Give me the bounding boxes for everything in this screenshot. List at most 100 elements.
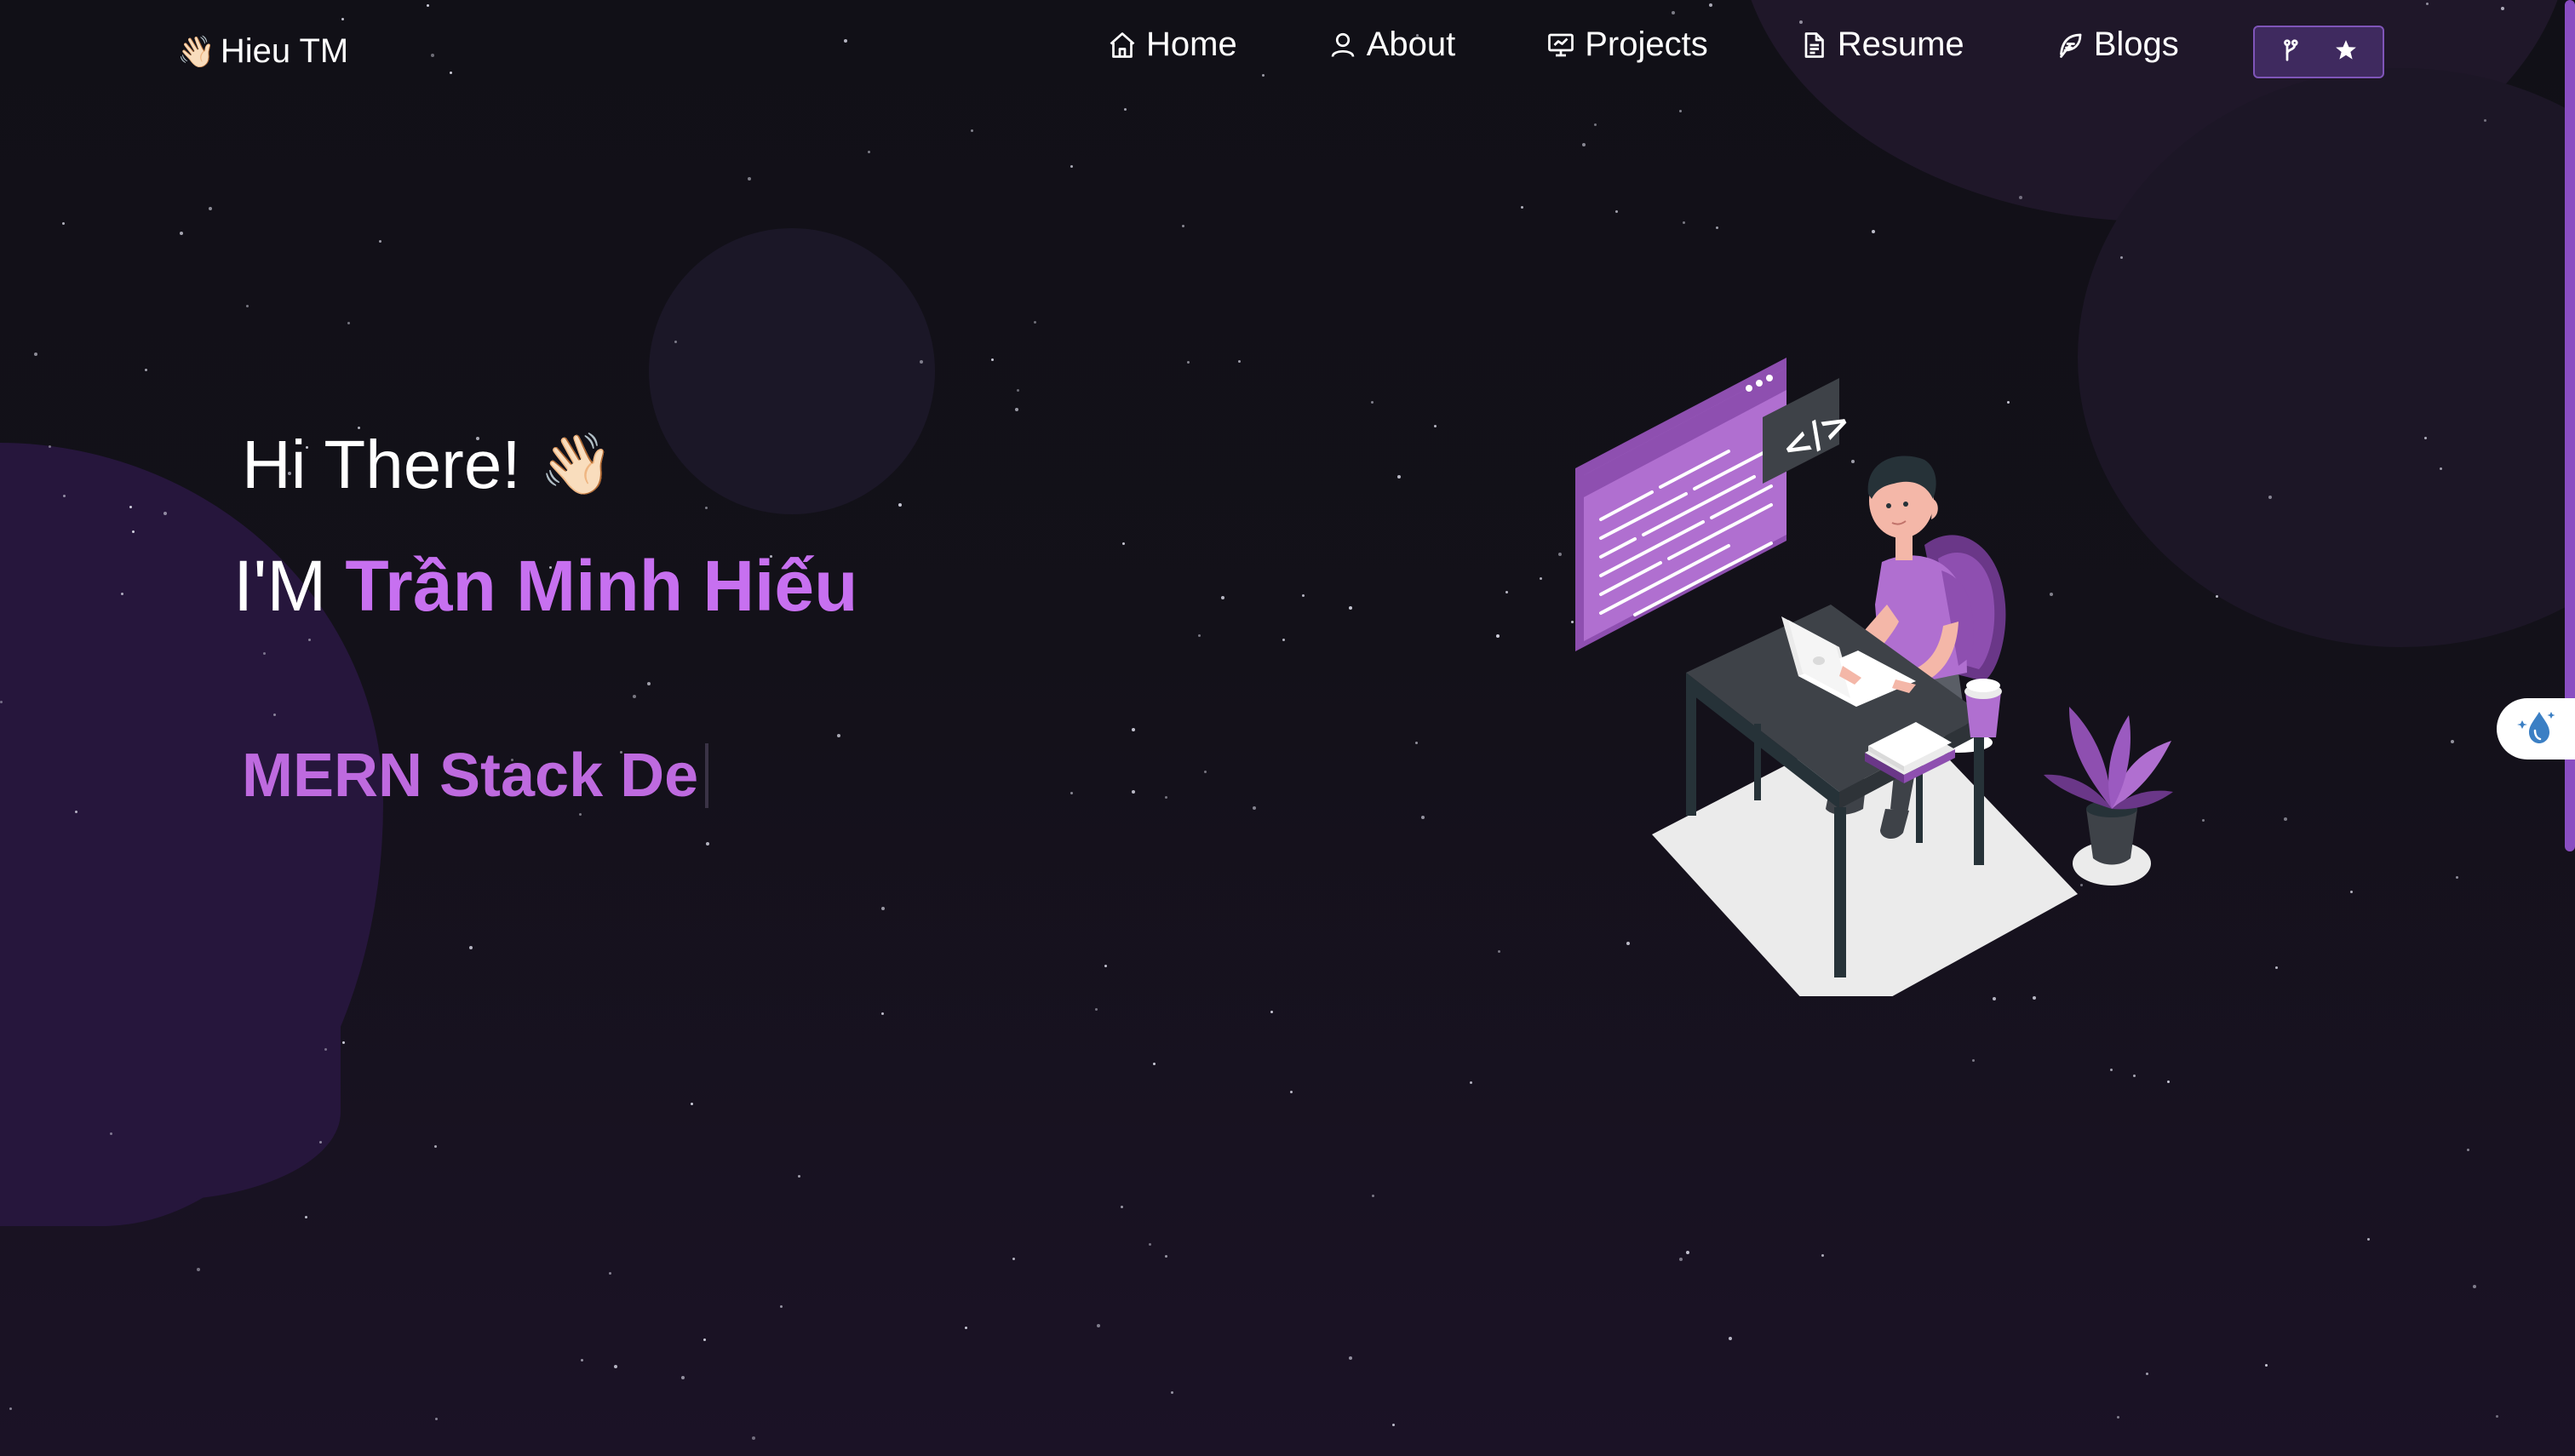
star-dot (132, 530, 135, 533)
star-dot (1095, 1008, 1098, 1011)
brand-logo[interactable]: 👋🏻 Hieu TM (177, 32, 348, 71)
star-dot (273, 714, 276, 716)
star-dot (2496, 1415, 2498, 1418)
typewriter-cursor (705, 743, 709, 808)
star-dot (681, 1376, 685, 1379)
star-dot (837, 734, 840, 737)
star-dot (2456, 876, 2458, 879)
star-dot (319, 1141, 322, 1144)
star-dot (1171, 1391, 1173, 1394)
star-icon (2333, 37, 2359, 67)
star-dot (129, 506, 132, 508)
nav-item-about[interactable]: About (1328, 26, 1455, 64)
navbar: 👋🏻 Hieu TM Home About Projects Resume Bl… (0, 0, 2575, 109)
star-dot (1498, 950, 1500, 953)
star-dot (1371, 401, 1374, 404)
star-dot (1034, 321, 1036, 324)
star-dot (1238, 360, 1241, 363)
water-drop-icon (2514, 707, 2558, 752)
code-window-graphic (1575, 358, 1786, 651)
star-dot (581, 1359, 583, 1361)
star-dot (209, 207, 212, 210)
starfield (0, 0, 2575, 1456)
hero-greeting: Hi There! 👋🏻 (242, 426, 614, 504)
star-dot (1290, 1091, 1293, 1093)
nav-label: Home (1146, 26, 1237, 63)
github-fork-star-button[interactable] (2253, 26, 2384, 78)
star-dot (1397, 475, 1401, 479)
greeting-text: Hi There! (242, 427, 521, 502)
star-dot (898, 503, 902, 507)
star-dot (305, 1216, 307, 1218)
star-dot (1221, 596, 1224, 599)
developer-illustration: </> (1558, 349, 2188, 1030)
document-icon (1798, 30, 1829, 60)
nav-links: Home About Projects Resume Blogs (1107, 26, 2179, 64)
star-dot (647, 682, 651, 685)
star-dot (1729, 1337, 1732, 1340)
git-fork-icon (2279, 37, 2304, 67)
star-dot (49, 445, 51, 448)
nav-label: Blogs (2093, 26, 2179, 63)
star-dot (110, 1132, 112, 1135)
star-dot (1872, 230, 1875, 233)
nav-item-home[interactable]: Home (1107, 26, 1237, 64)
star-dot (609, 1272, 611, 1275)
star-dot (1349, 1356, 1352, 1360)
star-dot (1187, 361, 1190, 364)
star-dot (1505, 591, 1508, 593)
star-dot (1104, 965, 1107, 967)
star-dot (1683, 221, 1685, 224)
star-dot (1421, 816, 1425, 819)
star-dot (1434, 425, 1437, 427)
star-dot (1070, 792, 1073, 794)
star-dot (1349, 606, 1352, 610)
star-dot (2117, 1416, 2119, 1419)
star-dot (2268, 496, 2272, 499)
star-dot (2451, 740, 2454, 743)
star-dot (1270, 1011, 1273, 1013)
star-dot (1972, 1059, 1975, 1062)
star-dot (1121, 1206, 1123, 1208)
star-dot (1302, 594, 1305, 597)
star-dot (1165, 796, 1167, 799)
star-dot (347, 322, 350, 324)
star-dot (691, 1103, 693, 1105)
star-dot (2440, 467, 2442, 470)
waving-hand-icon: 👋🏻 (177, 33, 215, 69)
star-dot (1716, 226, 1718, 229)
star-dot (1198, 634, 1201, 637)
star-dot (1594, 123, 1597, 126)
star-dot (469, 946, 473, 949)
star-dot (2367, 1238, 2370, 1241)
star-dot (2146, 1373, 2148, 1375)
star-dot (868, 151, 870, 153)
star-dot (1496, 634, 1500, 638)
theme-toggle-button[interactable] (2497, 698, 2575, 760)
star-dot (263, 652, 266, 655)
star-dot (1615, 210, 1618, 213)
star-dot (2167, 1081, 2170, 1083)
star-dot (9, 1407, 12, 1410)
star-dot (1679, 1258, 1683, 1261)
nav-item-blogs[interactable]: Blogs (2055, 26, 2179, 64)
star-dot (1679, 110, 1682, 112)
star-dot (75, 811, 77, 813)
star-dot (435, 1418, 438, 1420)
star-dot (1253, 806, 1256, 810)
star-dot (2110, 1069, 2113, 1071)
star-dot (197, 1268, 200, 1271)
star-dot (614, 1365, 617, 1368)
star-dot (62, 222, 65, 225)
star-dot (1132, 790, 1135, 794)
star-dot (2275, 966, 2278, 969)
star-dot (1204, 771, 1207, 773)
star-dot (1153, 1063, 1156, 1065)
star-dot (1122, 542, 1125, 545)
star-dot (324, 1048, 327, 1051)
nav-item-resume[interactable]: Resume (1798, 26, 1964, 64)
user-icon (1328, 30, 1358, 60)
star-dot (1392, 1424, 1395, 1426)
nav-item-projects[interactable]: Projects (1546, 26, 1708, 64)
star-dot (34, 353, 37, 356)
